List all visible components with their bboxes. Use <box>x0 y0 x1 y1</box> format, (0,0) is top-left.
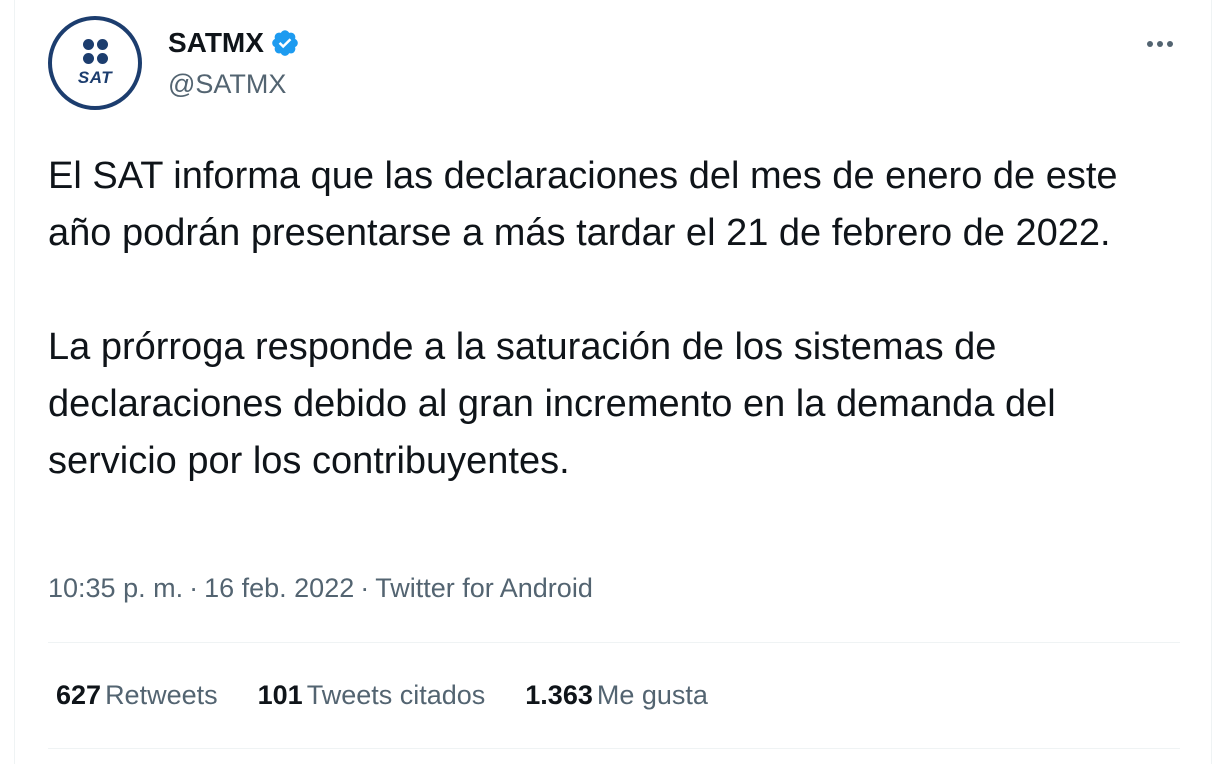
author-handle[interactable]: @SATMX <box>168 68 286 100</box>
more-options-icon[interactable] <box>1138 30 1182 58</box>
divider <box>48 642 1180 643</box>
meta-separator: · <box>189 573 199 603</box>
quotes-label: Tweets citados <box>306 680 486 710</box>
tweet-paragraph: La prórroga responde a la saturación de … <box>48 326 1056 482</box>
tweet-stats: 627 Retweets 101 Tweets citados 1.363 Me gu… <box>56 677 748 713</box>
quote-tweets-stat[interactable]: 101 Tweets citados <box>258 677 486 713</box>
sat-logo-dots-icon <box>82 38 108 64</box>
likes-stat[interactable]: 1.363 Me gusta <box>525 677 708 713</box>
quotes-count: 101 <box>257 680 303 710</box>
meta-separator: · <box>360 573 370 603</box>
retweets-stat[interactable]: 627 Retweets <box>56 677 218 713</box>
tweet-text: El SAT informa que las declaraciones del… <box>48 148 1188 490</box>
retweets-count: 627 <box>56 680 102 710</box>
avatar[interactable]: SAT <box>48 16 142 110</box>
author-name[interactable]: SATMX <box>168 26 264 60</box>
likes-label: Me gusta <box>596 680 708 710</box>
avatar-logo-text: SAT <box>77 67 113 87</box>
tweet-paragraph: El SAT informa que las declaraciones del… <box>48 155 1118 254</box>
divider <box>48 748 1180 749</box>
verified-badge-icon <box>272 30 298 56</box>
tweet-time[interactable]: 10:35 p. m. <box>48 573 183 603</box>
tweet-date[interactable]: 16 feb. 2022 <box>204 573 354 603</box>
tweet-meta: 10:35 p. m. · 16 feb. 2022 · Twitter for And… <box>48 570 593 606</box>
tweet-source-link[interactable]: Twitter for Android <box>375 573 593 603</box>
retweets-label: Retweets <box>105 680 218 710</box>
likes-count: 1.363 <box>525 680 593 710</box>
author-name-row[interactable]: SATMX <box>168 26 300 60</box>
